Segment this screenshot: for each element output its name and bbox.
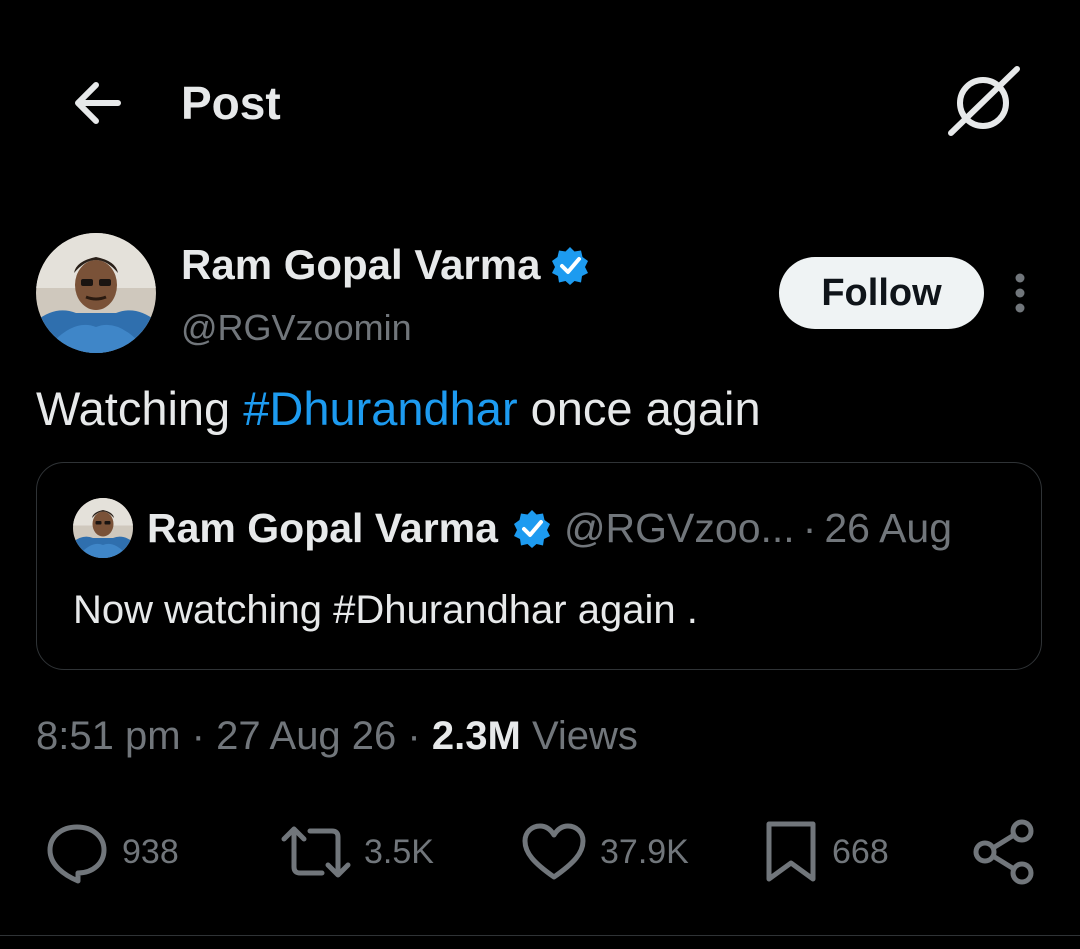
author-name-text: Ram Gopal Varma <box>181 241 541 288</box>
bookmark-button[interactable]: 668 <box>762 812 889 892</box>
repost-button[interactable]: 3.5K <box>280 812 434 892</box>
grok-button[interactable] <box>942 64 1024 138</box>
meta-separator: · <box>191 714 205 758</box>
quoted-tweet-card[interactable]: Ram Gopal Varma @RGVzoo... · 26 Aug Now … <box>36 462 1042 670</box>
author-handle[interactable]: @RGVzoomin <box>181 306 412 350</box>
action-bar: 938 3.5K 37.9K 668 <box>0 812 1080 892</box>
follow-button[interactable]: Follow <box>779 257 984 329</box>
quote-date: 26 Aug <box>824 505 953 551</box>
tweet-text: Watching #Dhurandhar once again <box>36 380 761 438</box>
bookmark-count: 668 <box>832 832 889 871</box>
quote-avatar-photo <box>73 498 133 558</box>
hashtag-link[interactable]: #Dhurandhar <box>243 382 517 435</box>
back-button[interactable] <box>62 74 130 132</box>
author-name[interactable]: Ram Gopal Varma <box>181 240 590 290</box>
repost-icon <box>281 826 351 878</box>
post-time: 8:51 pm <box>36 714 181 758</box>
avatar-photo <box>36 233 156 353</box>
verified-badge-icon <box>513 510 550 548</box>
quote-author-handle: @RGVzoo... <box>563 505 795 551</box>
like-button[interactable]: 37.9K <box>520 812 689 892</box>
share-button[interactable] <box>970 812 1038 892</box>
quote-avatar <box>73 498 133 558</box>
arrow-left-icon <box>75 82 121 124</box>
meta-separator: · <box>407 714 421 758</box>
repost-count: 3.5K <box>364 832 434 871</box>
share-icon <box>973 819 1034 885</box>
tweet-metadata: 8:51 pm · 27 Aug 26 · 2.3M Views <box>36 710 638 762</box>
quote-text: Now watching #Dhurandhar again . <box>73 588 698 632</box>
more-options-button[interactable] <box>1000 268 1040 318</box>
views-count[interactable]: 2.3M <box>432 714 521 758</box>
quote-separator: · <box>802 505 817 551</box>
page-title: Post <box>181 77 281 129</box>
like-count: 37.9K <box>600 832 689 871</box>
tweet-text-after: once again <box>517 382 761 435</box>
heart-icon <box>522 823 586 880</box>
verified-badge-icon <box>552 247 589 285</box>
divider <box>0 935 1080 936</box>
grok-icon <box>948 66 1020 136</box>
reply-count: 938 <box>122 832 179 871</box>
bookmark-icon <box>766 821 816 882</box>
tweet-text-before: Watching <box>36 382 244 435</box>
reply-icon <box>47 824 107 884</box>
reply-button[interactable]: 938 <box>44 812 179 892</box>
top-bar: Post <box>0 0 1080 205</box>
views-label: Views <box>531 714 638 758</box>
quote-author-name: Ram Gopal Varma <box>147 505 498 551</box>
quote-header: Ram Gopal Varma @RGVzoo... · 26 Aug <box>147 503 952 553</box>
more-vertical-icon <box>1015 273 1025 313</box>
post-date: 27 Aug 26 <box>216 714 397 758</box>
author-avatar[interactable] <box>36 233 156 353</box>
